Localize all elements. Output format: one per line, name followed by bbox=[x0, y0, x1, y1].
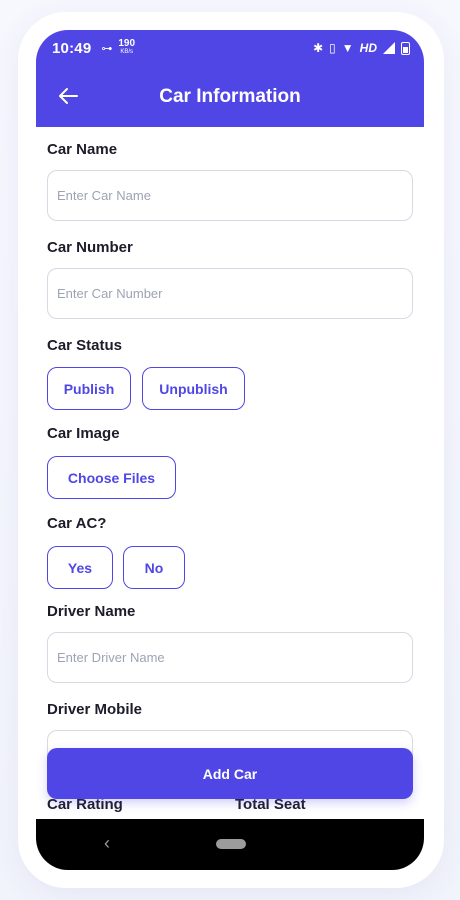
car-image-label: Car Image bbox=[47, 425, 120, 442]
page-title: Car Information bbox=[159, 85, 301, 107]
car-form: Car Name Car Number Car Status Publish U… bbox=[36, 127, 424, 819]
network-speed-unit: KB/s bbox=[120, 49, 134, 55]
bluetooth-icon: ✱ bbox=[313, 41, 324, 55]
vibrate-icon: ▯ bbox=[329, 41, 336, 55]
car-name-label: Car Name bbox=[47, 141, 118, 158]
arrow-left-icon bbox=[59, 88, 78, 104]
app-bar: Car Information bbox=[36, 66, 424, 127]
nav-back-icon[interactable]: ‹ bbox=[104, 833, 110, 854]
system-nav-bar: ‹ bbox=[36, 819, 424, 870]
status-icons: ✱ ▯ ▼ HD bbox=[313, 41, 410, 55]
wifi-icon: ▼ bbox=[341, 41, 354, 55]
add-car-button[interactable]: Add Car bbox=[47, 748, 413, 799]
network-speed: 190 KB/s bbox=[118, 38, 136, 56]
status-publish-button[interactable]: Publish bbox=[47, 367, 131, 410]
device-screen: 10:49 ⊶ 190 KB/s ✱ ▯ ▼ HD Car Informatio… bbox=[36, 30, 424, 870]
nav-home-pill[interactable] bbox=[216, 839, 246, 849]
status-time: 10:49 bbox=[52, 39, 92, 57]
driver-name-input[interactable] bbox=[47, 632, 413, 683]
ac-yes-button[interactable]: Yes bbox=[47, 546, 113, 589]
car-name-input[interactable] bbox=[47, 170, 413, 221]
car-ac-label: Car AC? bbox=[47, 515, 107, 532]
choose-files-button[interactable]: Choose Files bbox=[47, 456, 176, 499]
signal-icon bbox=[383, 42, 395, 54]
status-bar: 10:49 ⊶ 190 KB/s ✱ ▯ ▼ HD bbox=[36, 30, 424, 66]
driver-mobile-label: Driver Mobile bbox=[47, 701, 143, 718]
car-number-label: Car Number bbox=[47, 239, 133, 256]
car-number-input[interactable] bbox=[47, 268, 413, 319]
driver-name-label: Driver Name bbox=[47, 603, 136, 620]
battery-icon bbox=[401, 41, 410, 55]
ac-no-button[interactable]: No bbox=[123, 546, 185, 589]
key-icon: ⊶ bbox=[101, 42, 113, 55]
car-status-label: Car Status bbox=[47, 337, 123, 354]
network-type-label: HD bbox=[359, 41, 377, 55]
back-button[interactable] bbox=[54, 82, 82, 110]
network-speed-value: 190 bbox=[118, 38, 136, 49]
status-unpublish-button[interactable]: Unpublish bbox=[142, 367, 245, 410]
